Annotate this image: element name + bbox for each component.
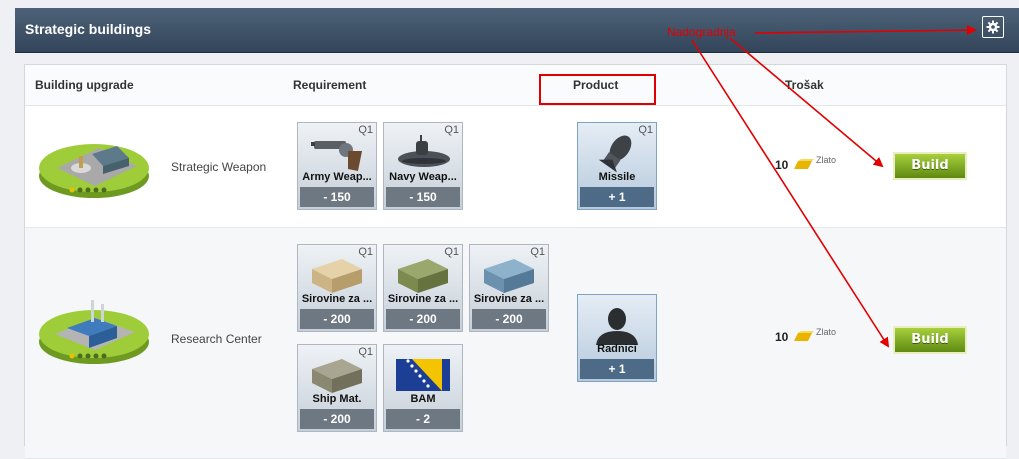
requirement-card[interactable]: Q1 Sirovine za ... - 200 <box>297 244 377 332</box>
column-building: Building upgrade <box>35 78 134 92</box>
submarine-icon <box>398 135 450 167</box>
missile-icon <box>598 135 632 173</box>
annotation-label: Nadogradnja <box>667 25 736 39</box>
building-name: Research Center <box>171 332 262 346</box>
gold-bar-icon <box>794 331 814 341</box>
cost-amount: 10 <box>775 158 789 172</box>
requirement-name: Sirovine za ... <box>301 293 373 305</box>
requirement-name: Sirovine za ... <box>473 293 545 305</box>
table-header: Building upgrade Requirement Product Tro… <box>25 65 1006 106</box>
window-header: Strategic buildings <box>15 8 1019 53</box>
requirement-card[interactable]: Q1 Army Weap... - 150 <box>297 122 377 210</box>
requirement-name: BAM <box>410 393 436 405</box>
building-name: Strategic Weapon <box>171 160 267 174</box>
requirement-name: Army Weap... <box>302 171 372 183</box>
column-product: Product <box>573 78 619 92</box>
building-island-icon <box>39 300 149 364</box>
revolver-icon <box>311 141 362 171</box>
product-card[interactable]: Q1 Missile + 1 <box>577 122 657 210</box>
requirement-name: Navy Weap... <box>389 171 457 183</box>
currency-label: Zlato <box>816 155 837 165</box>
requirement-card[interactable]: Q1 Sirovine za ... - 200 <box>383 244 463 332</box>
product-name: Radnici <box>597 343 637 355</box>
product-card[interactable]: Radnici + 1 <box>577 294 657 382</box>
requirement-value: - 150 <box>386 187 460 207</box>
requirement-card[interactable]: BAM - 2 <box>383 344 463 432</box>
table-row: Strategic Weapon Q1 Army Weap... - 150 Q… <box>25 106 1006 228</box>
requirement-card[interactable]: Q1 Sirovine za ... - 200 <box>469 244 549 332</box>
requirement-value: - 2 <box>386 409 460 429</box>
requirement-card[interactable]: Q1 Navy Weap... - 150 <box>383 122 463 210</box>
column-requirement: Requirement <box>293 78 367 92</box>
requirement-name: Ship Mat. <box>312 393 362 405</box>
settings-button[interactable] <box>982 16 1004 38</box>
build-button[interactable]: Build <box>893 326 967 354</box>
requirement-value: - 200 <box>472 309 546 329</box>
requirement-value: - 200 <box>386 309 460 329</box>
table-row: Research Center Q1 Sirovine za ... - 200… <box>25 228 1006 459</box>
requirement-value: - 200 <box>300 309 374 329</box>
gold-bar-icon <box>794 159 814 169</box>
requirement-name: Sirovine za ... <box>387 293 459 305</box>
buildings-table: Building upgrade Requirement Product Tro… <box>24 64 1007 459</box>
worker-silhouette-icon <box>596 308 638 345</box>
building-island-icon <box>39 144 149 198</box>
crate-icon <box>398 259 448 293</box>
requirement-value: - 200 <box>300 409 374 429</box>
requirement-value: - 150 <box>300 187 374 207</box>
product-value: + 1 <box>580 359 654 379</box>
crate-icon <box>484 259 534 293</box>
page-title: Strategic buildings <box>25 21 152 37</box>
column-cost: Trošak <box>785 78 824 92</box>
requirement-card[interactable]: Q1 Ship Mat. - 200 <box>297 344 377 432</box>
cost-amount: 10 <box>775 330 789 344</box>
gear-icon <box>986 20 1000 34</box>
product-name: Missile <box>598 171 636 183</box>
product-value: + 1 <box>580 187 654 207</box>
crate-icon <box>312 359 362 393</box>
crate-icon <box>312 259 362 293</box>
build-button[interactable]: Build <box>893 152 967 180</box>
bosnia-flag-icon <box>396 359 450 391</box>
currency-label: Zlato <box>816 327 837 337</box>
